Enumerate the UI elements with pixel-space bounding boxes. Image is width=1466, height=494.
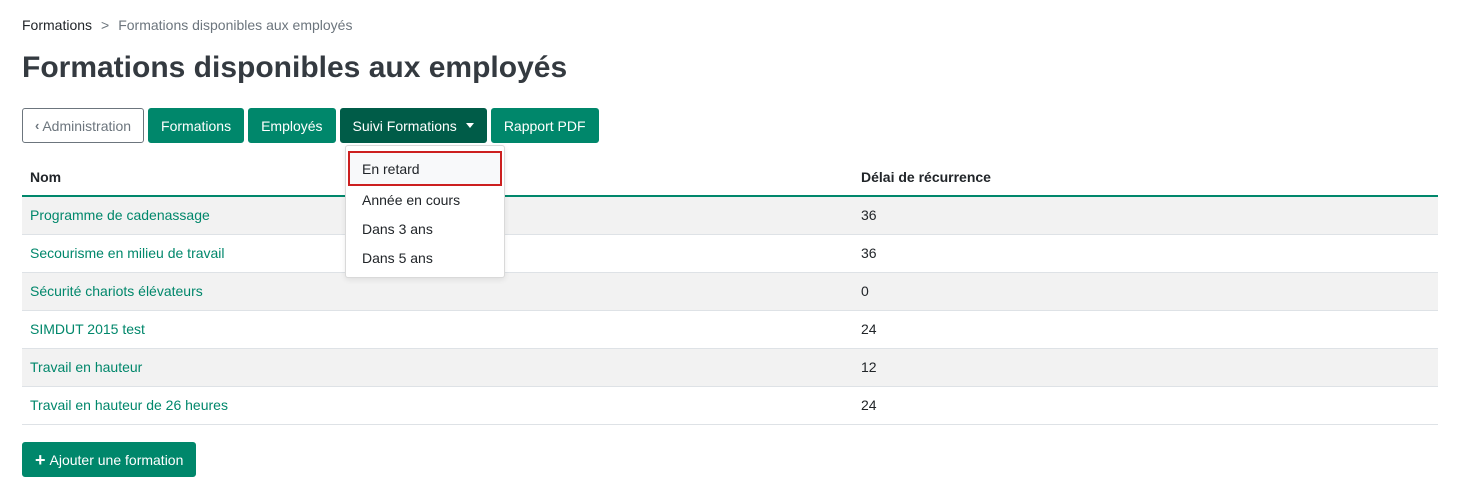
formation-link[interactable]: Travail en hauteur de 26 heures bbox=[30, 397, 228, 413]
table-row: Travail en hauteur de 26 heures 24 bbox=[22, 386, 1438, 425]
suivi-formations-dropdown-menu: En retard Année en cours Dans 3 ans Dans… bbox=[345, 145, 505, 278]
formations-button[interactable]: Formations bbox=[148, 108, 245, 143]
suivi-formations-label: Suivi Formations bbox=[352, 117, 457, 134]
table-header-row: Nom Délai de récurrence bbox=[22, 159, 1438, 197]
breadcrumb-current: Formations disponibles aux employés bbox=[118, 17, 353, 33]
dropdown-item-dans-5-ans[interactable]: Dans 5 ans bbox=[346, 244, 504, 273]
formation-link[interactable]: Programme de cadenassage bbox=[30, 207, 210, 223]
cell-delai: 36 bbox=[853, 196, 1438, 235]
cell-delai: 12 bbox=[853, 348, 1438, 387]
chevron-left-icon: ‹ bbox=[35, 118, 40, 133]
cell-nom: Travail en hauteur bbox=[22, 348, 853, 387]
breadcrumb-formations-link[interactable]: Formations bbox=[22, 16, 92, 34]
plus-icon: + bbox=[35, 449, 46, 470]
table-row: Travail en hauteur 12 bbox=[22, 348, 1438, 387]
add-formation-label: Ajouter une formation bbox=[49, 451, 184, 468]
dropdown-item-annee-en-cours[interactable]: Année en cours bbox=[346, 186, 504, 215]
cell-nom: Travail en hauteur de 26 heures bbox=[22, 386, 853, 425]
table-row: Secourisme en milieu de travail 36 bbox=[22, 234, 1438, 273]
column-header-delai[interactable]: Délai de récurrence bbox=[853, 159, 1438, 197]
table-row: SIMDUT 2015 test 24 bbox=[22, 310, 1438, 349]
administration-button-label: Administration bbox=[42, 117, 132, 134]
breadcrumb: Formations > Formations disponibles aux … bbox=[22, 16, 352, 34]
formations-table: Nom Délai de récurrence Programme de cad… bbox=[22, 159, 1438, 425]
table-row: Programme de cadenassage 36 bbox=[22, 196, 1438, 235]
table-row: Sécurité chariots élévateurs 0 bbox=[22, 272, 1438, 311]
formation-link[interactable]: Travail en hauteur bbox=[30, 359, 142, 375]
formation-link[interactable]: SIMDUT 2015 test bbox=[30, 321, 145, 337]
cell-delai: 36 bbox=[853, 234, 1438, 273]
cell-delai: 24 bbox=[853, 310, 1438, 349]
employes-button[interactable]: Employés bbox=[248, 108, 336, 143]
cell-delai: 24 bbox=[853, 386, 1438, 425]
administration-button[interactable]: ‹ Administration bbox=[22, 108, 145, 143]
rapport-pdf-button[interactable]: Rapport PDF bbox=[490, 108, 599, 143]
toolbar: ‹ Administration Formations Employés Sui… bbox=[22, 108, 599, 143]
page-title: Formations disponibles aux employés bbox=[22, 51, 568, 84]
suivi-formations-dropdown-button[interactable]: Suivi Formations bbox=[339, 108, 487, 143]
cell-nom: SIMDUT 2015 test bbox=[22, 310, 853, 349]
formation-link[interactable]: Secourisme en milieu de travail bbox=[30, 245, 225, 261]
formation-link[interactable]: Sécurité chariots élévateurs bbox=[30, 283, 203, 299]
add-formation-button[interactable]: + Ajouter une formation bbox=[22, 442, 197, 477]
dropdown-item-en-retard[interactable]: En retard bbox=[348, 151, 502, 186]
dropdown-item-dans-3-ans[interactable]: Dans 3 ans bbox=[346, 215, 504, 244]
breadcrumb-separator: > bbox=[101, 17, 110, 33]
cell-delai: 0 bbox=[853, 272, 1438, 311]
caret-down-icon bbox=[465, 123, 474, 128]
